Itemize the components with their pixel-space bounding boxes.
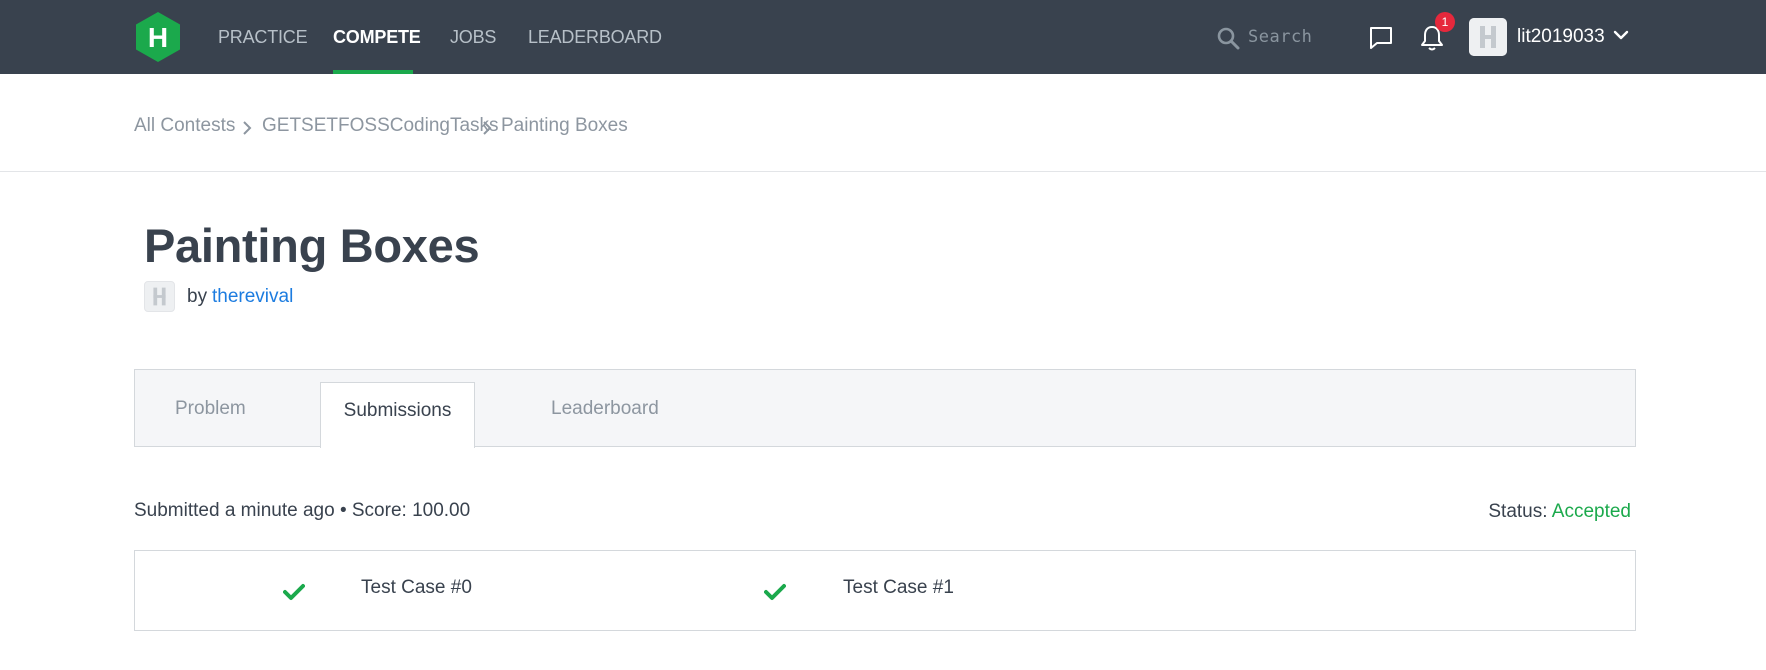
breadcrumb-current: Painting Boxes <box>501 115 628 136</box>
breadcrumb-all-contests[interactable]: All Contests <box>134 115 235 137</box>
author-avatar <box>144 281 175 312</box>
chevron-right-icon <box>243 121 252 135</box>
hackerrank-logo[interactable]: H <box>134 11 182 63</box>
top-navbar: H PRACTICE COMPETE JOBS LEADERBOARD 1 li… <box>0 0 1766 74</box>
search-input[interactable] <box>1248 22 1368 52</box>
logo-letter: H <box>148 22 168 53</box>
tab-leaderboard[interactable]: Leaderboard <box>551 370 659 448</box>
status-value: Accepted <box>1551 501 1631 522</box>
username[interactable]: lit2019033 <box>1517 0 1605 74</box>
submission-status: Status: Accepted <box>1488 501 1631 523</box>
tab-problem[interactable]: Problem <box>175 370 246 448</box>
chevron-right-icon <box>483 121 492 135</box>
nav-compete[interactable]: COMPETE <box>333 0 421 74</box>
search-icon[interactable] <box>1216 26 1240 50</box>
check-icon <box>764 584 786 600</box>
test-case-0[interactable]: Test Case #0 <box>361 577 472 599</box>
nav-jobs[interactable]: JOBS <box>450 0 496 74</box>
status-label: Status: <box>1488 501 1548 522</box>
nav-practice[interactable]: PRACTICE <box>218 0 308 74</box>
submission-summary: Submitted a minute ago • Score: 100.00 <box>134 500 471 521</box>
avatar[interactable] <box>1469 18 1507 56</box>
by-label: by <box>187 286 208 307</box>
notification-badge: 1 <box>1435 12 1455 32</box>
chevron-down-icon[interactable] <box>1613 29 1629 41</box>
challenge-tabs: Problem Submissions Leaderboard <box>134 369 1636 448</box>
author-link[interactable]: therevival <box>212 286 293 308</box>
breadcrumb: All Contests GETSETFOSSCodingTasks Paint… <box>0 74 1766 172</box>
tab-submissions[interactable]: Submissions <box>320 382 475 448</box>
page-title: Painting Boxes <box>144 219 480 272</box>
chat-icon[interactable] <box>1368 26 1394 50</box>
check-icon <box>283 584 305 600</box>
test-case-1[interactable]: Test Case #1 <box>843 577 954 599</box>
nav-leaderboard[interactable]: LEADERBOARD <box>528 0 662 74</box>
breadcrumb-contest[interactable]: GETSETFOSSCodingTasks <box>262 115 499 137</box>
test-cases-panel: Test Case #0 Test Case #1 <box>134 550 1636 631</box>
